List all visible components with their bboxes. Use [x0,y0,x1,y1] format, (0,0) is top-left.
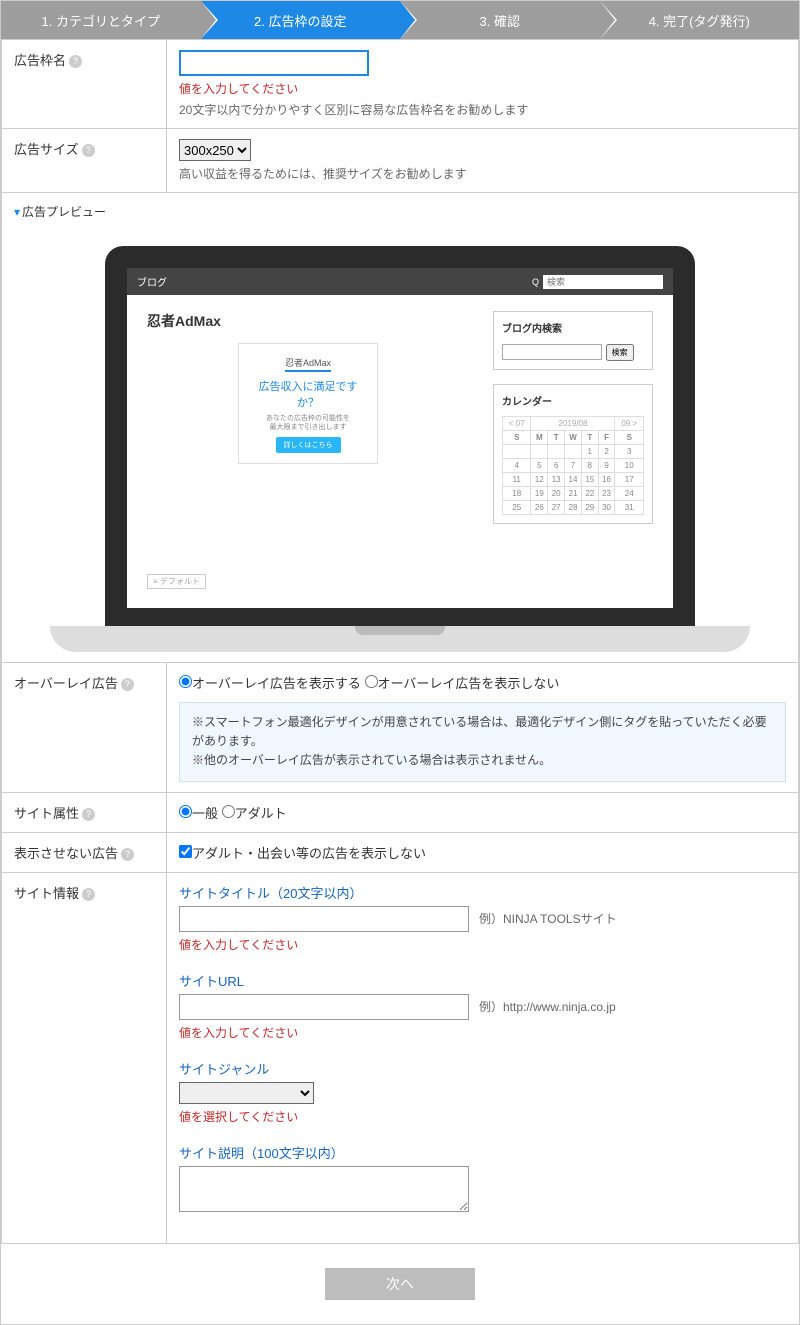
help-icon[interactable]: ? [82,808,95,821]
next-button[interactable]: 次へ [325,1268,475,1300]
search-icon: Q [532,277,539,287]
step-2[interactable]: 2. 広告枠の設定 [201,1,401,39]
adname-input[interactable] [179,50,369,76]
side-search-button[interactable]: 検索 [606,344,634,361]
site-url-example: 例）http://www.ninja.co.jp [479,1000,616,1014]
adsize-select[interactable]: 300x250 [179,139,251,161]
label-adname: 広告枠名 [14,53,66,68]
preview-toggle[interactable]: ▾広告プレビュー [14,203,786,220]
preview-area: ブログ Q 忍者AdMax 忍者AdMax 広告収入 [14,226,786,652]
side-search-title: ブログ内検索 [502,320,644,335]
overlay-show[interactable]: オーバーレイ広告を表示する [179,676,361,691]
site-title-example: 例）NINJA TOOLSサイト [479,912,617,926]
overlay-hide[interactable]: オーバーレイ広告を表示しない [365,676,560,691]
siteattr-adult[interactable]: アダルト [222,806,287,821]
step-4[interactable]: 4. 完了(タグ発行) [600,1,800,39]
label-overlay: オーバーレイ広告 [14,676,118,691]
overlay-note: ※スマートフォン最適化デザインが用意されている場合は、最適化デザイン側にタグを貼… [179,702,786,782]
site-title-input[interactable] [179,906,469,932]
site-title-label: サイトタイトル（20文字以内） [179,883,786,902]
blog-label: ブログ [137,274,167,289]
label-adsize: 広告サイズ [14,142,79,157]
step-3[interactable]: 3. 確認 [400,1,600,39]
help-icon[interactable]: ? [121,678,134,691]
site-desc-input[interactable] [179,1166,469,1212]
adsize-hint: 高い収益を得るためには、推奨サイズをお勧めします [179,165,786,182]
ad-cta-button[interactable]: 詳しくはこちら [276,437,341,453]
hidead-checkbox[interactable]: アダルト・出会い等の広告を表示しない [179,846,426,861]
adname-hint: 20文字以内で分かりやすく区別に容易な広告枠名をお勧めします [179,101,786,118]
site-url-error: 値を入力してください [179,1024,786,1041]
label-siteattr: サイト属性 [14,806,79,821]
site-genre-select[interactable] [179,1082,314,1104]
site-url-label: サイトURL [179,971,786,990]
site-desc-label: サイト説明（100文字以内） [179,1143,786,1162]
help-icon[interactable]: ? [121,848,134,861]
site-genre-label: サイトジャンル [179,1059,786,1078]
calendar-title: カレンダー [502,393,644,408]
blog-search-input[interactable] [543,275,663,289]
step-1[interactable]: 1. カテゴリとタイプ [1,1,201,39]
adname-error: 値を入力してください [179,80,786,97]
wizard-steps: 1. カテゴリとタイプ 2. 広告枠の設定 3. 確認 4. 完了(タグ発行) [1,1,799,39]
help-icon[interactable]: ? [82,144,95,157]
label-siteinfo: サイト情報 [14,886,79,901]
siteattr-general[interactable]: 一般 [179,806,218,821]
blog-title: 忍者AdMax [147,311,469,331]
calendar: < 072019/0809 > SMTWTFS 1234567891011121… [502,416,644,515]
site-genre-error: 値を選択してください [179,1108,786,1125]
default-tag: ≡ デフォルト [147,574,206,589]
site-title-error: 値を入力してください [179,936,786,953]
help-icon[interactable]: ? [69,55,82,68]
label-hidead: 表示させない広告 [14,846,118,861]
side-search-input[interactable] [502,344,602,360]
help-icon[interactable]: ? [82,888,95,901]
site-url-input[interactable] [179,994,469,1020]
chevron-down-icon: ▾ [14,205,20,219]
ad-preview: 忍者AdMax 広告収入に満足ですか？ あなたの広告枠の可能性を 最大限まで引き… [238,343,378,464]
